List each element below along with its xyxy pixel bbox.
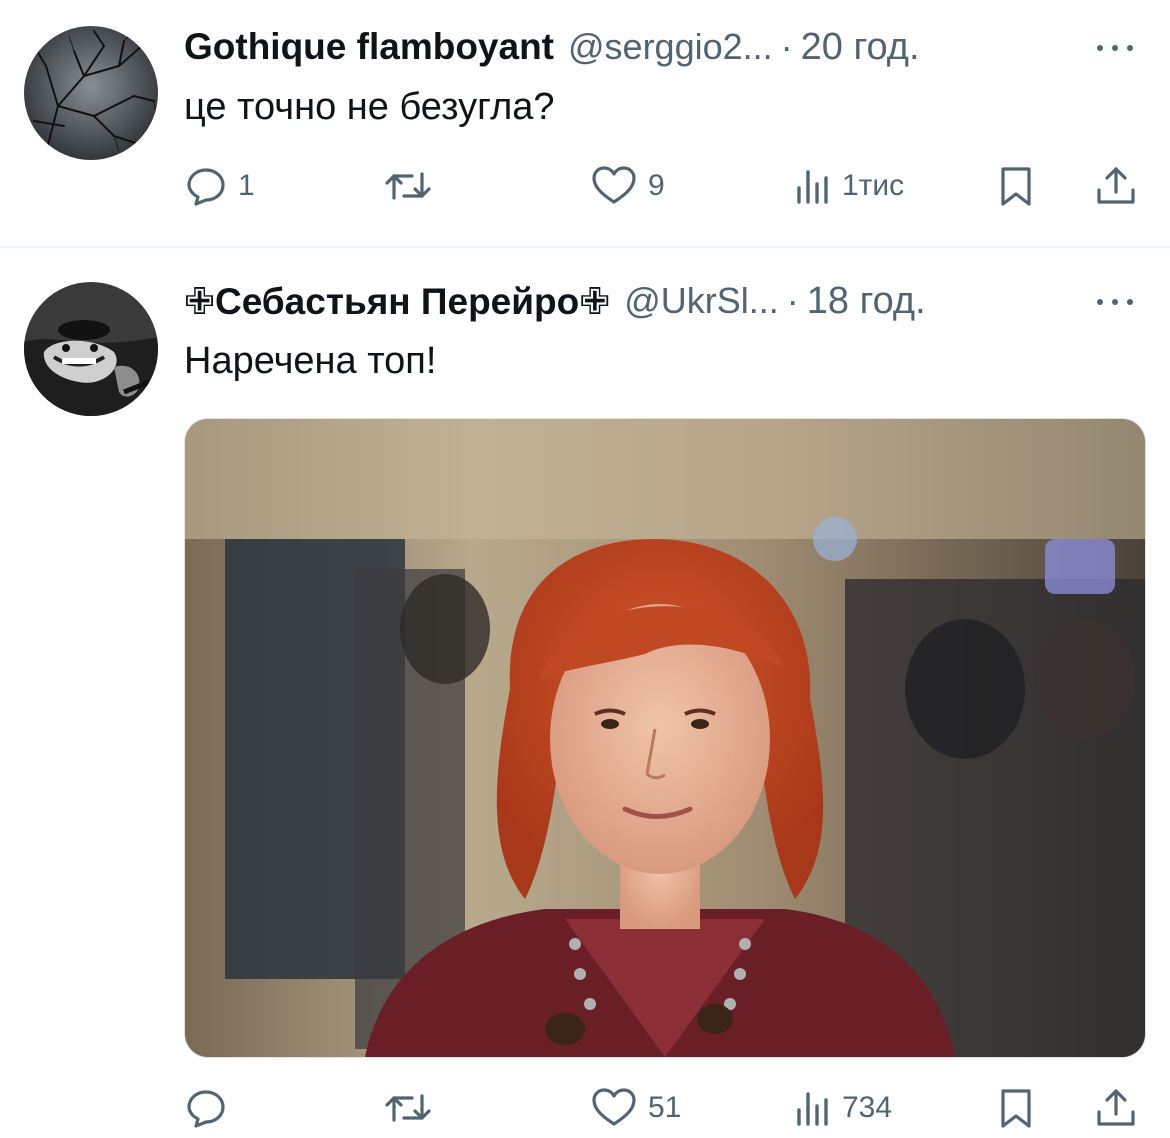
bookmark-icon xyxy=(1001,167,1031,206)
tweet-header: Gothique flamboyant @serggio2... · 20 го… xyxy=(184,22,920,72)
reply-button[interactable]: 1 xyxy=(184,156,255,216)
retweet-icon xyxy=(385,1094,431,1122)
tweet-text: це точно не безугла? xyxy=(184,86,555,128)
retweet-button[interactable] xyxy=(382,1078,444,1138)
heart-icon xyxy=(592,1088,636,1126)
share-button[interactable] xyxy=(1094,156,1138,216)
reply-button[interactable] xyxy=(184,1078,238,1138)
bookmark-icon xyxy=(1001,1089,1031,1128)
like-button[interactable]: 51 xyxy=(590,1078,681,1138)
more-options-icon[interactable] xyxy=(1092,38,1138,58)
reply-count: 1 xyxy=(238,169,255,202)
tweet-timestamp[interactable]: 20 год. xyxy=(801,26,920,69)
views-button[interactable]: 734 xyxy=(794,1078,892,1138)
author-avatar[interactable] xyxy=(24,282,158,416)
heart-icon xyxy=(592,166,636,204)
views-button[interactable]: 1тис xyxy=(794,156,904,216)
views-count: 1тис xyxy=(842,169,905,202)
retweet-icon xyxy=(385,172,431,200)
tweet-actions: 51 734 xyxy=(184,1078,1144,1138)
views-chart-icon xyxy=(797,1092,828,1126)
author-handle[interactable]: @serggio2... xyxy=(568,26,773,68)
separator-dot: · xyxy=(780,26,793,67)
author-name[interactable]: ✙Себастьян Перейро✙ xyxy=(184,280,610,323)
views-chart-icon xyxy=(797,170,828,204)
avatar-bare-tree-icon xyxy=(24,26,158,160)
author-avatar[interactable] xyxy=(24,26,158,160)
share-button[interactable] xyxy=(1094,1078,1138,1138)
author-handle[interactable]: @UkrSl... xyxy=(624,280,779,322)
reply-icon xyxy=(187,168,225,206)
more-options-icon[interactable] xyxy=(1092,292,1138,312)
tweet-text: Наречена топ! xyxy=(184,340,437,382)
avatar-caricature-icon xyxy=(24,282,158,416)
retweet-button[interactable] xyxy=(382,156,444,216)
like-button[interactable]: 9 xyxy=(590,156,665,216)
tweet-header: ✙Себастьян Перейро✙ @UkrSl... · 18 год. xyxy=(184,276,926,326)
share-icon xyxy=(1097,167,1135,204)
separator-dot: · xyxy=(786,280,799,321)
bookmark-button[interactable] xyxy=(996,1078,1036,1138)
tweet-2[interactable]: ✙Себастьян Перейро✙ @UkrSl... · 18 год. … xyxy=(0,248,1170,1128)
share-icon xyxy=(1097,1089,1135,1126)
tweet-media-photo[interactable] xyxy=(184,418,1146,1058)
bookmark-button[interactable] xyxy=(996,156,1036,216)
author-name[interactable]: Gothique flamboyant xyxy=(184,26,554,68)
tweet-timestamp[interactable]: 18 год. xyxy=(807,280,926,323)
tweet-actions: 1 9 1тис xyxy=(184,156,1144,216)
reply-icon xyxy=(187,1090,225,1128)
photo-red-haired-woman xyxy=(185,419,1145,1057)
tweet-1[interactable]: Gothique flamboyant @serggio2... · 20 го… xyxy=(0,0,1170,246)
like-count: 9 xyxy=(648,169,665,202)
